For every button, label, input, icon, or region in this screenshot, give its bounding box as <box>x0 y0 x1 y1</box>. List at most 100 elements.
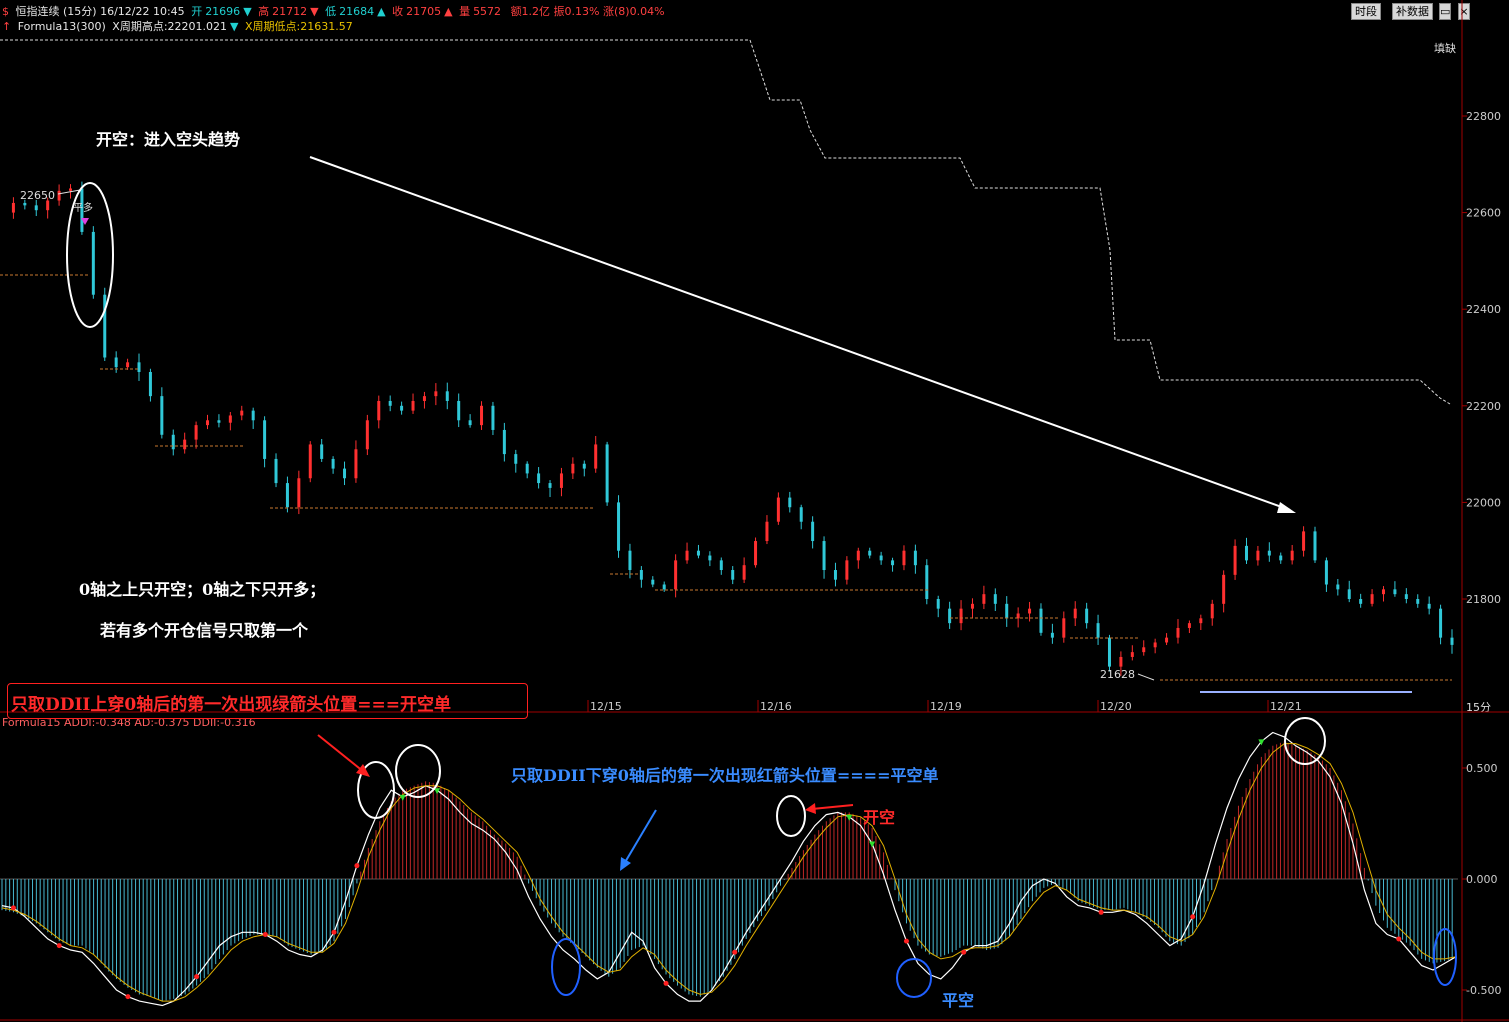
candle-body <box>1187 623 1191 628</box>
candle-body <box>400 405 404 411</box>
candle-body <box>993 594 997 604</box>
red-signal-dot <box>1190 914 1196 920</box>
indicator-tick-label: 0.500 <box>1466 762 1498 775</box>
candle-body <box>696 550 700 556</box>
price-tick-label: 22400 <box>1466 303 1501 316</box>
candle-body <box>69 188 73 191</box>
candle-body <box>970 603 974 609</box>
candle-body <box>1359 599 1363 604</box>
candle-body <box>1107 637 1111 667</box>
red-signal-dot <box>262 932 268 937</box>
candle-body <box>91 231 95 295</box>
red-arrow-head-icon-2 <box>805 803 816 814</box>
candle-body <box>1290 550 1294 561</box>
candle-body <box>480 405 484 426</box>
candle-body <box>913 550 917 566</box>
marked-low-pointer <box>1137 673 1155 681</box>
candle-body <box>160 396 164 435</box>
candle-body <box>1439 608 1443 638</box>
candle-body <box>1199 618 1203 624</box>
candle-body <box>34 205 38 211</box>
candle-body <box>1073 608 1077 619</box>
candle-body <box>1256 550 1260 561</box>
candle-body <box>1393 589 1397 595</box>
candle-body <box>148 371 152 397</box>
candle-body <box>1050 632 1054 638</box>
candle-body <box>731 570 735 580</box>
candle-body <box>1267 550 1271 556</box>
candle-body <box>776 497 780 522</box>
red-signal-dot <box>194 974 200 980</box>
red-signal-dot <box>732 949 738 955</box>
candle-body <box>274 458 278 484</box>
candle-body <box>571 463 575 474</box>
candle-body <box>320 444 324 459</box>
candle-body <box>833 570 837 580</box>
candle-body <box>1336 584 1340 590</box>
candle-body <box>1404 594 1408 599</box>
candle-body <box>1347 589 1351 599</box>
candle-body <box>228 415 232 423</box>
candle-body <box>285 483 289 508</box>
price-tick-label: 22600 <box>1466 207 1501 220</box>
candle-body <box>1005 603 1009 619</box>
red-signal-dot <box>10 905 16 911</box>
close-short-highlight <box>896 958 932 998</box>
candle-body <box>1222 574 1226 604</box>
candle-body <box>502 429 506 455</box>
candle-body <box>343 468 347 479</box>
candle-body <box>708 555 712 561</box>
candle-body <box>297 478 301 508</box>
candle-body <box>765 521 769 542</box>
price-tick-label: 22000 <box>1466 496 1501 509</box>
candle-body <box>1427 603 1431 609</box>
candle-body <box>308 444 312 479</box>
candle-body <box>822 541 826 571</box>
candle-body <box>1324 560 1328 585</box>
marked-high-pointer <box>57 189 81 195</box>
marked-low-label: 21628 <box>1100 668 1135 681</box>
candle-body <box>491 405 495 430</box>
candle-body <box>126 362 130 368</box>
candle-body <box>217 420 221 423</box>
candle-body <box>959 608 963 624</box>
candle-body <box>639 570 643 580</box>
candle-body <box>719 560 723 571</box>
red-signal-dot <box>1098 909 1104 915</box>
indicator-tick-label: 0.000 <box>1466 873 1498 886</box>
candle-body <box>1165 637 1169 643</box>
annotation-close-short: 平空 <box>942 991 975 1010</box>
green-signal-arrow-icon <box>869 841 876 848</box>
candle-body <box>628 550 632 571</box>
xperiod-high-line <box>749 39 1451 405</box>
candle-body <box>799 507 803 522</box>
candle-body <box>1416 599 1420 604</box>
candle-body <box>1028 608 1032 614</box>
red-arrow-line-2 <box>811 804 854 810</box>
red-signal-dot <box>1396 936 1402 942</box>
candle-body <box>685 550 689 561</box>
candle-body <box>788 497 792 508</box>
candle-body <box>263 420 267 459</box>
open-short-highlight <box>1284 717 1326 765</box>
candle-body <box>617 502 621 551</box>
candle-body <box>594 444 598 469</box>
candle-body <box>457 400 461 421</box>
candle-body <box>114 357 118 368</box>
candle-body <box>1313 531 1317 561</box>
candle-body <box>948 608 952 624</box>
candle-body <box>137 362 141 372</box>
annotation-open-short-rule: 只取DDII上穿0轴后的第一次出现绿箭头位置===开空单 <box>11 695 451 715</box>
candle-body <box>811 521 815 542</box>
date-label: 12/20 <box>1100 700 1132 713</box>
price-tick-label: 22200 <box>1466 400 1501 413</box>
candle-body <box>754 541 758 566</box>
candle-body <box>982 594 986 604</box>
marked-high-label: 22650 <box>20 189 55 202</box>
candle-body <box>525 463 529 474</box>
candle-body <box>1062 618 1066 638</box>
candle-body <box>171 434 175 450</box>
trend-arrow-head-icon <box>1277 502 1296 513</box>
candle-body <box>548 483 552 488</box>
candle-body <box>206 420 210 426</box>
